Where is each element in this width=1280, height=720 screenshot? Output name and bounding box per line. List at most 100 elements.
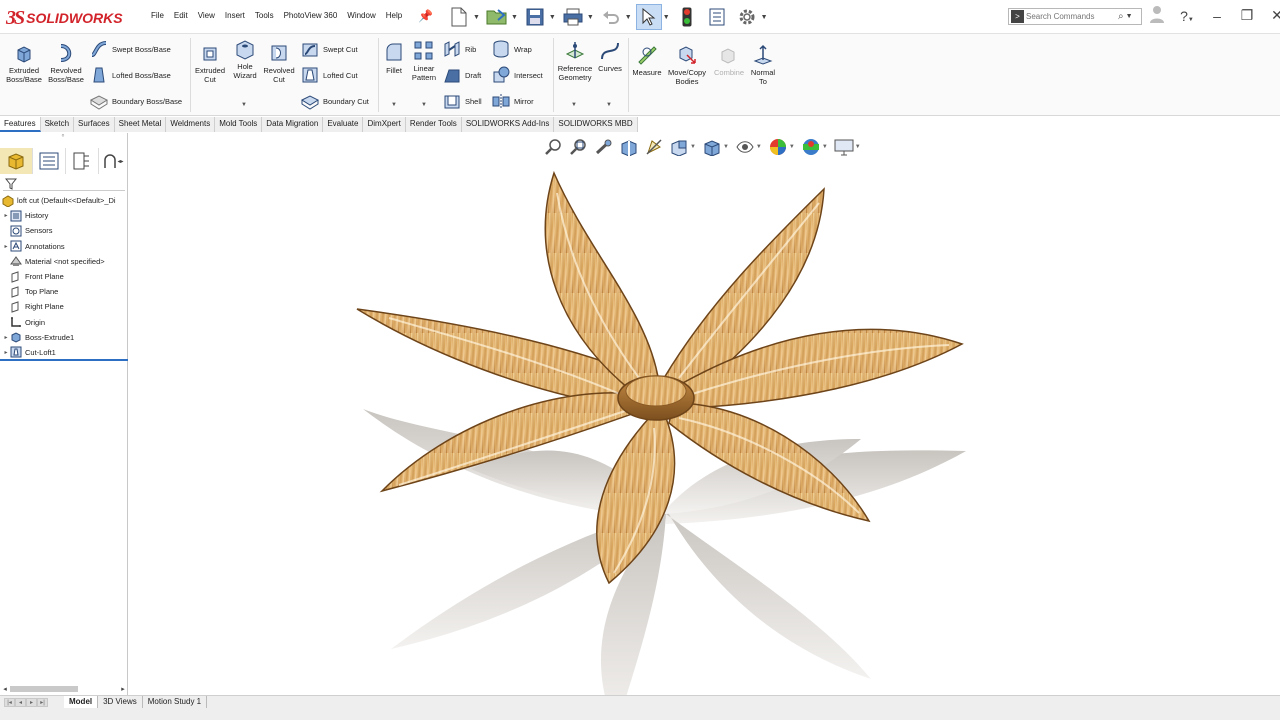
zoom-to-fit-button[interactable] — [543, 136, 565, 158]
tab-model[interactable]: Model — [64, 696, 99, 708]
prev-tab-icon[interactable]: ◂ — [15, 698, 26, 707]
tree-item-right-plane[interactable]: Right Plane — [0, 299, 128, 314]
expand-arrow-icon[interactable]: ▸ — [2, 334, 10, 341]
lofted-boss-button[interactable]: Lofted Boss/Base — [90, 66, 171, 84]
search-caret-icon[interactable]: ▼ — [1126, 13, 1133, 20]
minimize-icon[interactable]: – — [1208, 8, 1226, 24]
tab-sheet-metal[interactable]: Sheet Metal — [114, 117, 167, 132]
fillet-caret-icon[interactable]: ▼ — [391, 102, 397, 108]
configuration-manager-tab[interactable] — [66, 148, 99, 174]
select-caret-icon[interactable]: ▼ — [663, 14, 670, 21]
new-caret-icon[interactable]: ▼ — [473, 14, 480, 21]
help-icon[interactable]: ?▼ — [1178, 8, 1196, 24]
flower-model[interactable] — [129, 133, 1280, 696]
view-orientation-button[interactable] — [668, 136, 690, 158]
normal-to-button[interactable]: Normal To — [746, 44, 780, 86]
tree-root-part[interactable]: loft cut (Default<<Default>_Di — [0, 193, 128, 208]
options-button[interactable] — [734, 4, 760, 30]
draft-button[interactable]: Draft — [443, 66, 481, 84]
search-icon[interactable]: ⌕ — [1118, 11, 1124, 22]
solidworks-logo[interactable]: 3S SOLIDWORKS — [6, 7, 123, 29]
dynamic-annotation-button[interactable] — [643, 136, 665, 158]
menu-tools[interactable]: Tools — [250, 11, 279, 20]
save-button[interactable] — [522, 4, 548, 30]
menu-view[interactable]: View — [193, 11, 220, 20]
intersect-button[interactable]: Intersect — [492, 66, 543, 84]
panel-horizontal-scrollbar[interactable]: ◂ ▸ — [0, 683, 128, 695]
tab-sketch[interactable]: Sketch — [40, 117, 75, 132]
measure-button[interactable]: Measure — [631, 44, 663, 77]
previous-view-button[interactable] — [593, 136, 615, 158]
expand-arrow-icon[interactable]: ▸ — [2, 349, 10, 356]
curves-button[interactable]: Curves — [596, 40, 624, 73]
hole-wizard-caret-icon[interactable]: ▼ — [241, 102, 247, 108]
shell-button[interactable]: Shell — [443, 92, 482, 110]
tree-item-top-plane[interactable]: Top Plane — [0, 284, 128, 299]
hole-wizard-button[interactable]: Hole Wizard — [229, 38, 261, 80]
swept-boss-button[interactable]: Swept Boss/Base — [90, 40, 171, 58]
tree-item-material[interactable]: Material <not specified> — [0, 254, 128, 269]
revolved-cut-button[interactable]: Revolved Cut — [261, 42, 297, 84]
apply-scene-button[interactable] — [800, 136, 822, 158]
tab-dimxpert[interactable]: DimXpert — [363, 117, 406, 132]
open-caret-icon[interactable]: ▼ — [511, 14, 518, 21]
select-button[interactable] — [635, 4, 662, 30]
tree-item-boss-extrude1[interactable]: ▸ Boss-Extrude1 — [0, 330, 128, 345]
mirror-button[interactable]: Mirror — [492, 92, 534, 110]
search-input[interactable] — [1026, 12, 1118, 21]
wrap-button[interactable]: Wrap — [492, 40, 532, 58]
display-style-button[interactable] — [701, 136, 723, 158]
curves-caret-icon[interactable]: ▼ — [606, 102, 612, 108]
linear-pattern-button[interactable]: Linear Pattern — [408, 40, 440, 82]
tab-weldments[interactable]: Weldments — [166, 117, 216, 132]
lofted-cut-button[interactable]: Lofted Cut — [301, 66, 358, 84]
expand-arrow-icon[interactable]: ▸ — [2, 243, 10, 250]
tree-item-cut-loft1[interactable]: ▸ Cut-Loft1 — [0, 345, 128, 360]
rib-button[interactable]: Rib — [443, 40, 476, 58]
zoom-to-area-button[interactable] — [568, 136, 590, 158]
view-settings-button[interactable] — [833, 136, 855, 158]
boundary-cut-button[interactable]: Boundary Cut — [301, 92, 369, 110]
dimxpert-manager-tab[interactable]: ◂▸ — [99, 148, 128, 174]
new-document-button[interactable] — [446, 4, 472, 30]
open-button[interactable] — [484, 4, 510, 30]
panel-grip-icon[interactable]: ° — [58, 134, 68, 142]
revolved-boss-button[interactable]: Revolved Boss/Base — [48, 42, 84, 84]
scroll-left-icon[interactable]: ◂ — [0, 685, 10, 693]
menu-insert[interactable]: Insert — [220, 11, 250, 20]
restore-icon[interactable]: ❐ — [1238, 7, 1256, 24]
print-button[interactable] — [560, 4, 586, 30]
hide-show-items-button[interactable] — [734, 136, 756, 158]
appearance-caret-icon[interactable]: ▼ — [789, 144, 795, 150]
linear-pattern-caret-icon[interactable]: ▼ — [421, 102, 427, 108]
view-settings-caret-icon[interactable]: ▼ — [855, 144, 861, 150]
menu-help[interactable]: Help — [381, 11, 407, 20]
section-view-button[interactable] — [618, 136, 640, 158]
first-tab-icon[interactable]: |◂ — [4, 698, 15, 707]
move-copy-bodies-button[interactable]: Move/Copy Bodies — [665, 44, 709, 86]
property-manager-tab[interactable] — [33, 148, 66, 174]
tree-item-sensors[interactable]: Sensors — [0, 223, 128, 238]
extruded-cut-button[interactable]: Extruded Cut — [193, 42, 227, 84]
tab-data-migration[interactable]: Data Migration — [262, 117, 324, 132]
options-caret-icon[interactable]: ▼ — [761, 14, 768, 21]
next-tab-icon[interactable]: ▸ — [26, 698, 37, 707]
tree-item-history[interactable]: ▸ History — [0, 208, 128, 223]
menu-file[interactable]: File — [146, 11, 169, 20]
print-caret-icon[interactable]: ▼ — [587, 14, 594, 21]
view-orientation-caret-icon[interactable]: ▼ — [690, 144, 696, 150]
user-icon[interactable] — [1148, 5, 1166, 26]
tab-solidworks-addins[interactable]: SOLIDWORKS Add-Ins — [461, 117, 555, 132]
feature-manager-tab[interactable] — [0, 148, 33, 174]
hide-show-caret-icon[interactable]: ▼ — [756, 144, 762, 150]
menu-window[interactable]: Window — [342, 11, 380, 20]
combine-button[interactable]: Combine — [711, 44, 747, 77]
extruded-boss-button[interactable]: Extruded Boss/Base — [6, 42, 42, 84]
graphics-area[interactable]: ▼ ▼ ▼ ▼ ▼ ▼ — [129, 133, 1280, 696]
tab-render-tools[interactable]: Render Tools — [405, 117, 462, 132]
scroll-thumb[interactable] — [10, 686, 78, 692]
tab-mold-tools[interactable]: Mold Tools — [215, 117, 263, 132]
menu-edit[interactable]: Edit — [169, 11, 193, 20]
tab-solidworks-mbd[interactable]: SOLIDWORKS MBD — [554, 117, 638, 132]
tree-item-front-plane[interactable]: Front Plane — [0, 269, 128, 284]
